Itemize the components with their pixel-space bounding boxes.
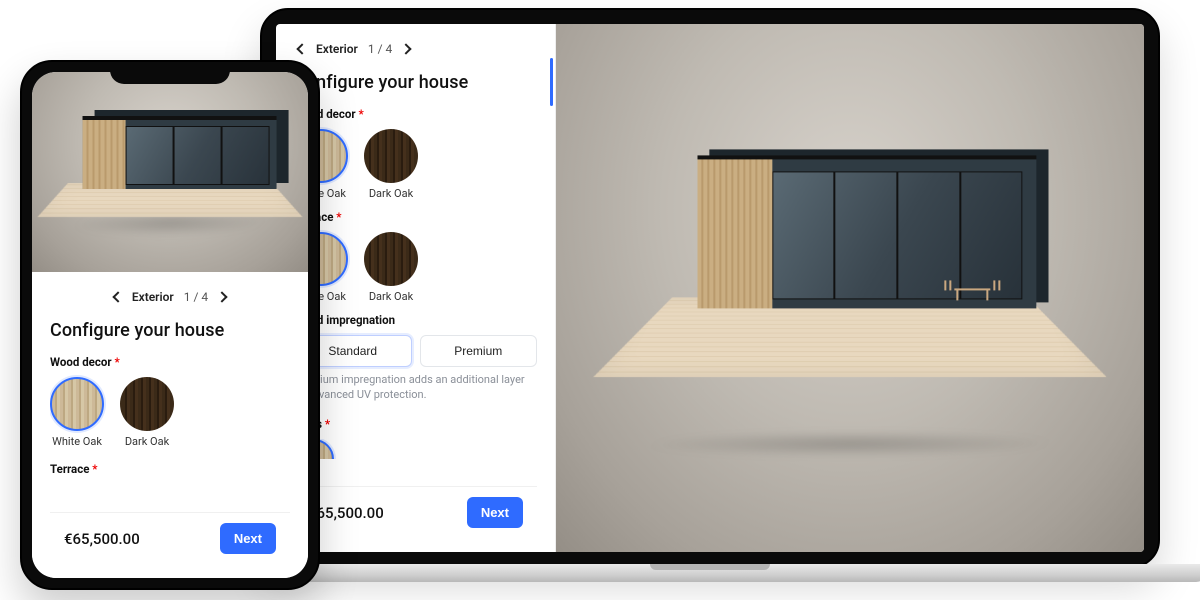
page-title: Configure your house <box>294 72 537 93</box>
chevron-left-icon[interactable] <box>296 43 307 54</box>
glass-facade <box>125 126 269 185</box>
3d-viewer[interactable] <box>556 24 1144 552</box>
section-terrace-label-mobile: Terrace * <box>50 462 290 476</box>
swatch-dark-oak-icon <box>364 232 418 286</box>
interior-furniture <box>928 204 1016 291</box>
section-wood-impregnation-label: Wood impregnation <box>294 313 537 327</box>
wood-slats-panel <box>83 120 126 189</box>
house-model-mobile <box>49 102 292 242</box>
wood-decor-option-dark-oak-mobile[interactable]: Dark Oak <box>120 377 174 448</box>
panel-footer: €65,500.00 Next <box>294 486 537 538</box>
breadcrumb: Exterior 1 / 4 <box>294 38 537 66</box>
section-walls-label: Walls * <box>294 417 537 431</box>
mobile-screen: Exterior 1 / 4 Configure your house Wood… <box>32 72 308 578</box>
chevron-left-icon[interactable] <box>112 291 123 302</box>
panel-footer-mobile: €65,500.00 Next <box>50 512 290 564</box>
impregnation-option-premium[interactable]: Premium <box>420 335 538 367</box>
next-button-mobile[interactable]: Next <box>220 523 276 554</box>
section-wood-decor-label-mobile: Wood decor * <box>50 355 290 369</box>
breadcrumb-label: Exterior <box>132 290 174 304</box>
wood-decor-options-mobile: White Oak Dark Oak <box>50 377 290 448</box>
walls-options <box>294 439 537 459</box>
terrace-options: White Oak Dark Oak <box>294 232 537 303</box>
house-box <box>83 116 277 189</box>
device-notch <box>110 62 230 84</box>
house-model <box>638 125 1061 421</box>
laptop-base <box>210 564 1200 582</box>
swatch-white-oak-icon <box>50 377 104 431</box>
next-button[interactable]: Next <box>467 497 523 528</box>
section-wood-decor-label: Wood decor * <box>294 107 537 121</box>
3d-viewer-mobile[interactable] <box>32 72 308 272</box>
swatch-dark-oak-icon <box>120 377 174 431</box>
breadcrumb-label: Exterior <box>316 42 358 56</box>
wood-decor-option-dark-oak[interactable]: Dark Oak <box>364 129 418 200</box>
chevron-right-icon[interactable] <box>401 43 412 54</box>
swatch-dark-oak-icon <box>364 129 418 183</box>
mobile-device-frame: Exterior 1 / 4 Configure your house Wood… <box>20 60 320 590</box>
price-total-mobile: €65,500.00 <box>64 530 140 548</box>
wood-impregnation-options: Standard Premium <box>294 335 537 367</box>
house-shadow <box>637 431 1064 457</box>
wood-decor-options: White Oak Dark Oak <box>294 129 537 200</box>
laptop-device-frame: Exterior 1 / 4 Configure your house Wood… <box>260 8 1160 568</box>
wood-slats-panel <box>698 159 773 309</box>
impregnation-hint: Premium impregnation adds an additional … <box>294 373 537 403</box>
section-terrace-label: Terrace * <box>294 210 537 224</box>
house-box <box>698 155 1037 309</box>
page-title-mobile: Configure your house <box>50 320 290 341</box>
breadcrumb-step: 1 / 4 <box>368 42 392 56</box>
wood-decor-option-white-oak-mobile[interactable]: White Oak <box>50 377 104 448</box>
breadcrumb-mobile: Exterior 1 / 4 <box>50 286 290 314</box>
house-terrace <box>593 297 1106 377</box>
laptop-screen: Exterior 1 / 4 Configure your house Wood… <box>276 24 1144 552</box>
breadcrumb-step: 1 / 4 <box>184 290 208 304</box>
terrace-option-dark-oak[interactable]: Dark Oak <box>364 232 418 303</box>
chevron-right-icon[interactable] <box>216 291 227 302</box>
configurator-panel-mobile: Exterior 1 / 4 Configure your house Wood… <box>32 272 308 578</box>
